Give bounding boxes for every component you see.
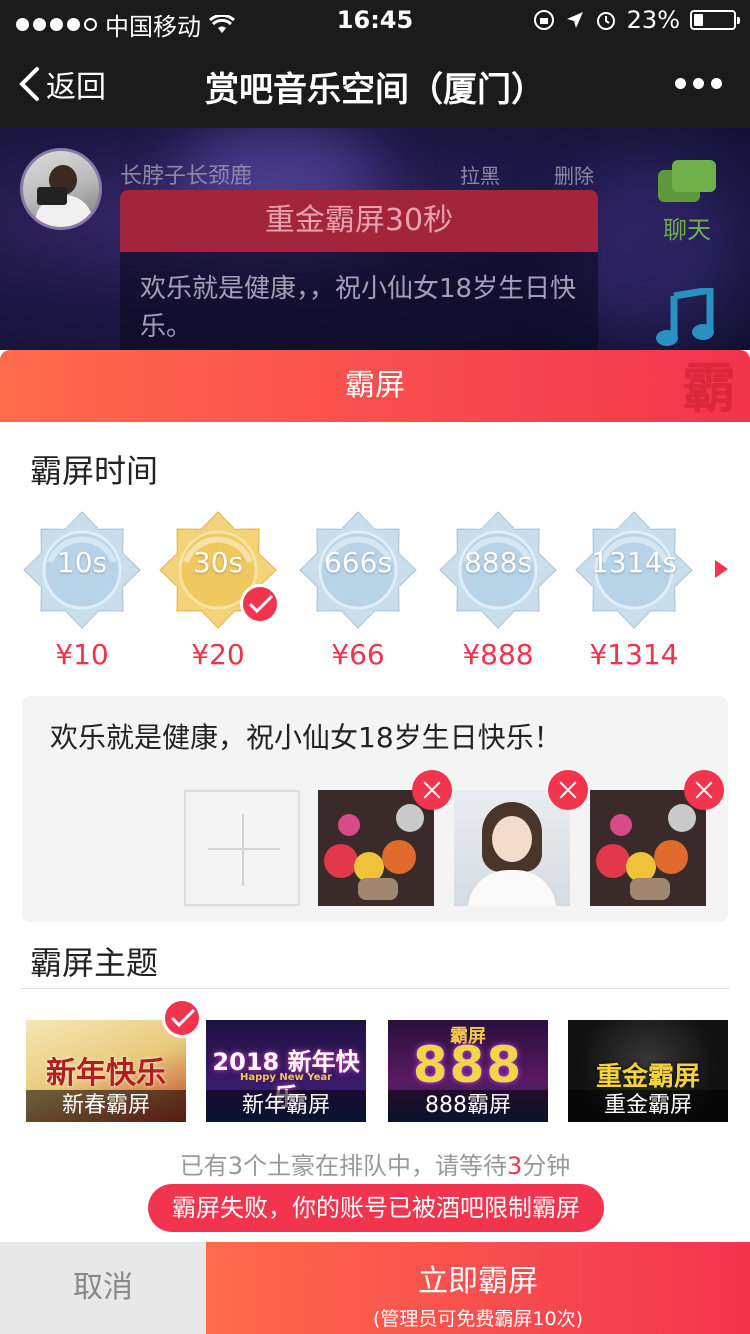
chat-username: 长脖子长颈鹿	[120, 164, 253, 189]
duration-label: 30s	[192, 546, 244, 579]
remove-image-2-button[interactable]	[548, 770, 588, 810]
nav-bar: 返回 赏吧音乐空间（厦门）	[0, 40, 750, 128]
bapin-sheet: 霸屏 霸 霸屏时间 10s ¥10 30s ¥20 666s ¥66 888s ¥888 131…	[0, 350, 750, 1334]
music-note-icon	[656, 285, 714, 346]
message-box[interactable]: 欢乐就是健康，祝小仙女18岁生日快乐！	[22, 696, 728, 922]
duration-option-2[interactable]: 666s	[298, 510, 418, 630]
duration-price: ¥888	[462, 638, 534, 671]
duration-section-title: 霸屏时间	[30, 452, 159, 490]
image-thumb-portrait[interactable]	[454, 790, 570, 906]
delete-button[interactable]: 删除	[554, 160, 594, 189]
duration-price: ¥20	[191, 638, 245, 671]
image-thumb-flowers-2[interactable]	[590, 790, 706, 906]
side-chat-button[interactable]: 聊天	[658, 160, 716, 245]
duration-price: ¥10	[55, 638, 109, 671]
duration-option-4[interactable]: 1314s	[574, 510, 694, 630]
chat-banner: 重金霸屏30秒	[120, 190, 598, 252]
section-divider	[20, 988, 730, 989]
theme-section-title: 霸屏主题	[30, 944, 159, 982]
submit-bapin-button[interactable]: 立即霸屏 (管理员可免费霸屏10次)	[206, 1242, 750, 1334]
theme-selected-check-icon	[162, 998, 202, 1038]
sheet-header: 霸屏 霸	[0, 350, 750, 422]
theme-zhongjin-art: 重金霸屏	[595, 1062, 700, 1092]
theme-zhongjin[interactable]: 重金霸屏 重金霸屏	[568, 1020, 728, 1122]
battery-icon	[690, 10, 740, 30]
duration-price: ¥1314	[589, 638, 679, 671]
message-text[interactable]: 欢乐就是健康，祝小仙女18岁生日快乐！	[50, 716, 562, 756]
theme-xinnian[interactable]: 2018 新年快乐 Happy New Year 新年霸屏	[206, 1020, 366, 1122]
avatar[interactable]	[20, 148, 102, 230]
image-thumb-flowers-1[interactable]	[318, 790, 434, 906]
theme-888-art: 888	[412, 1036, 524, 1094]
theme-xinchun-art: 新年快乐	[46, 1056, 166, 1091]
more-menu-button[interactable]	[675, 78, 722, 89]
add-image-button[interactable]	[184, 790, 300, 906]
submit-sub-label: (管理员可免费霸屏10次)	[372, 1308, 583, 1330]
theme-888[interactable]: 霸屏 888 888霸屏	[388, 1020, 548, 1122]
theme-xinchun-label: 新春霸屏	[26, 1090, 186, 1122]
location-icon	[566, 12, 583, 28]
duration-selected-check-icon	[240, 584, 280, 624]
duration-price: ¥66	[331, 638, 385, 671]
status-right: 23%	[533, 6, 740, 34]
remove-image-1-button[interactable]	[412, 770, 452, 810]
duration-option-0[interactable]: 10s	[22, 510, 142, 630]
remove-image-3-button[interactable]	[684, 770, 724, 810]
theme-xinchun[interactable]: 新年快乐 新春霸屏	[26, 1020, 186, 1122]
duration-option-3[interactable]: 888s	[438, 510, 558, 630]
side-music-button[interactable]	[654, 285, 716, 354]
queue-prefix: 已有3个土豪在排队中，请等待	[179, 1152, 507, 1180]
scroll-right-arrow-icon[interactable]	[715, 560, 728, 578]
orientation-lock-icon	[533, 10, 554, 30]
status-bar: 中国移动 16:45 23%	[0, 0, 750, 41]
theme-zhongjin-label: 重金霸屏	[568, 1090, 728, 1122]
duration-label: 666s	[323, 546, 393, 579]
alarm-icon	[596, 12, 615, 30]
duration-label: 888s	[463, 546, 533, 579]
theme-xinnian-art-sub: Happy New Year	[239, 1072, 333, 1083]
queue-minutes: 3	[507, 1152, 523, 1180]
theme-xinnian-label: 新年霸屏	[206, 1090, 366, 1122]
cancel-button[interactable]: 取消	[0, 1242, 206, 1334]
seal-logo: 霸	[682, 357, 736, 420]
battery-percent: 23%	[626, 6, 680, 34]
theme-options: 新年快乐 新春霸屏 2018 新年快乐 Happy New Year 新年霸屏 …	[0, 998, 750, 1130]
page-title: 赏吧音乐空间（厦门）	[205, 70, 545, 110]
chat-background: 长脖子长颈鹿 拉黑 删除 重金霸屏30秒 欢乐就是健康，，祝小仙女18岁生日快乐…	[0, 128, 750, 358]
queue-suffix: 分钟	[522, 1152, 571, 1180]
submit-label: 立即霸屏	[418, 1264, 538, 1299]
duration-label: 1314s	[591, 546, 677, 579]
chat-message-card: 重金霸屏30秒 欢乐就是健康，，祝小仙女18岁生日快乐。	[120, 190, 598, 358]
theme-888-label: 888霸屏	[388, 1090, 548, 1122]
chat-bubbles-icon	[658, 160, 716, 206]
block-button[interactable]: 拉黑	[460, 160, 500, 189]
error-alert: 霸屏失败，你的账号已被酒吧限制霸屏	[148, 1184, 604, 1232]
queue-status: 已有3个土豪在排队中，请等待3分钟	[0, 1146, 750, 1181]
side-chat-label: 聊天	[663, 216, 711, 244]
chat-message: 欢乐就是健康，，祝小仙女18岁生日快乐。	[140, 274, 577, 342]
duration-options: 10s ¥10 30s ¥20 666s ¥66 888s ¥888 1314s ¥1314	[0, 510, 750, 680]
sheet-title: 霸屏	[345, 368, 405, 403]
duration-label: 10s	[56, 546, 108, 579]
